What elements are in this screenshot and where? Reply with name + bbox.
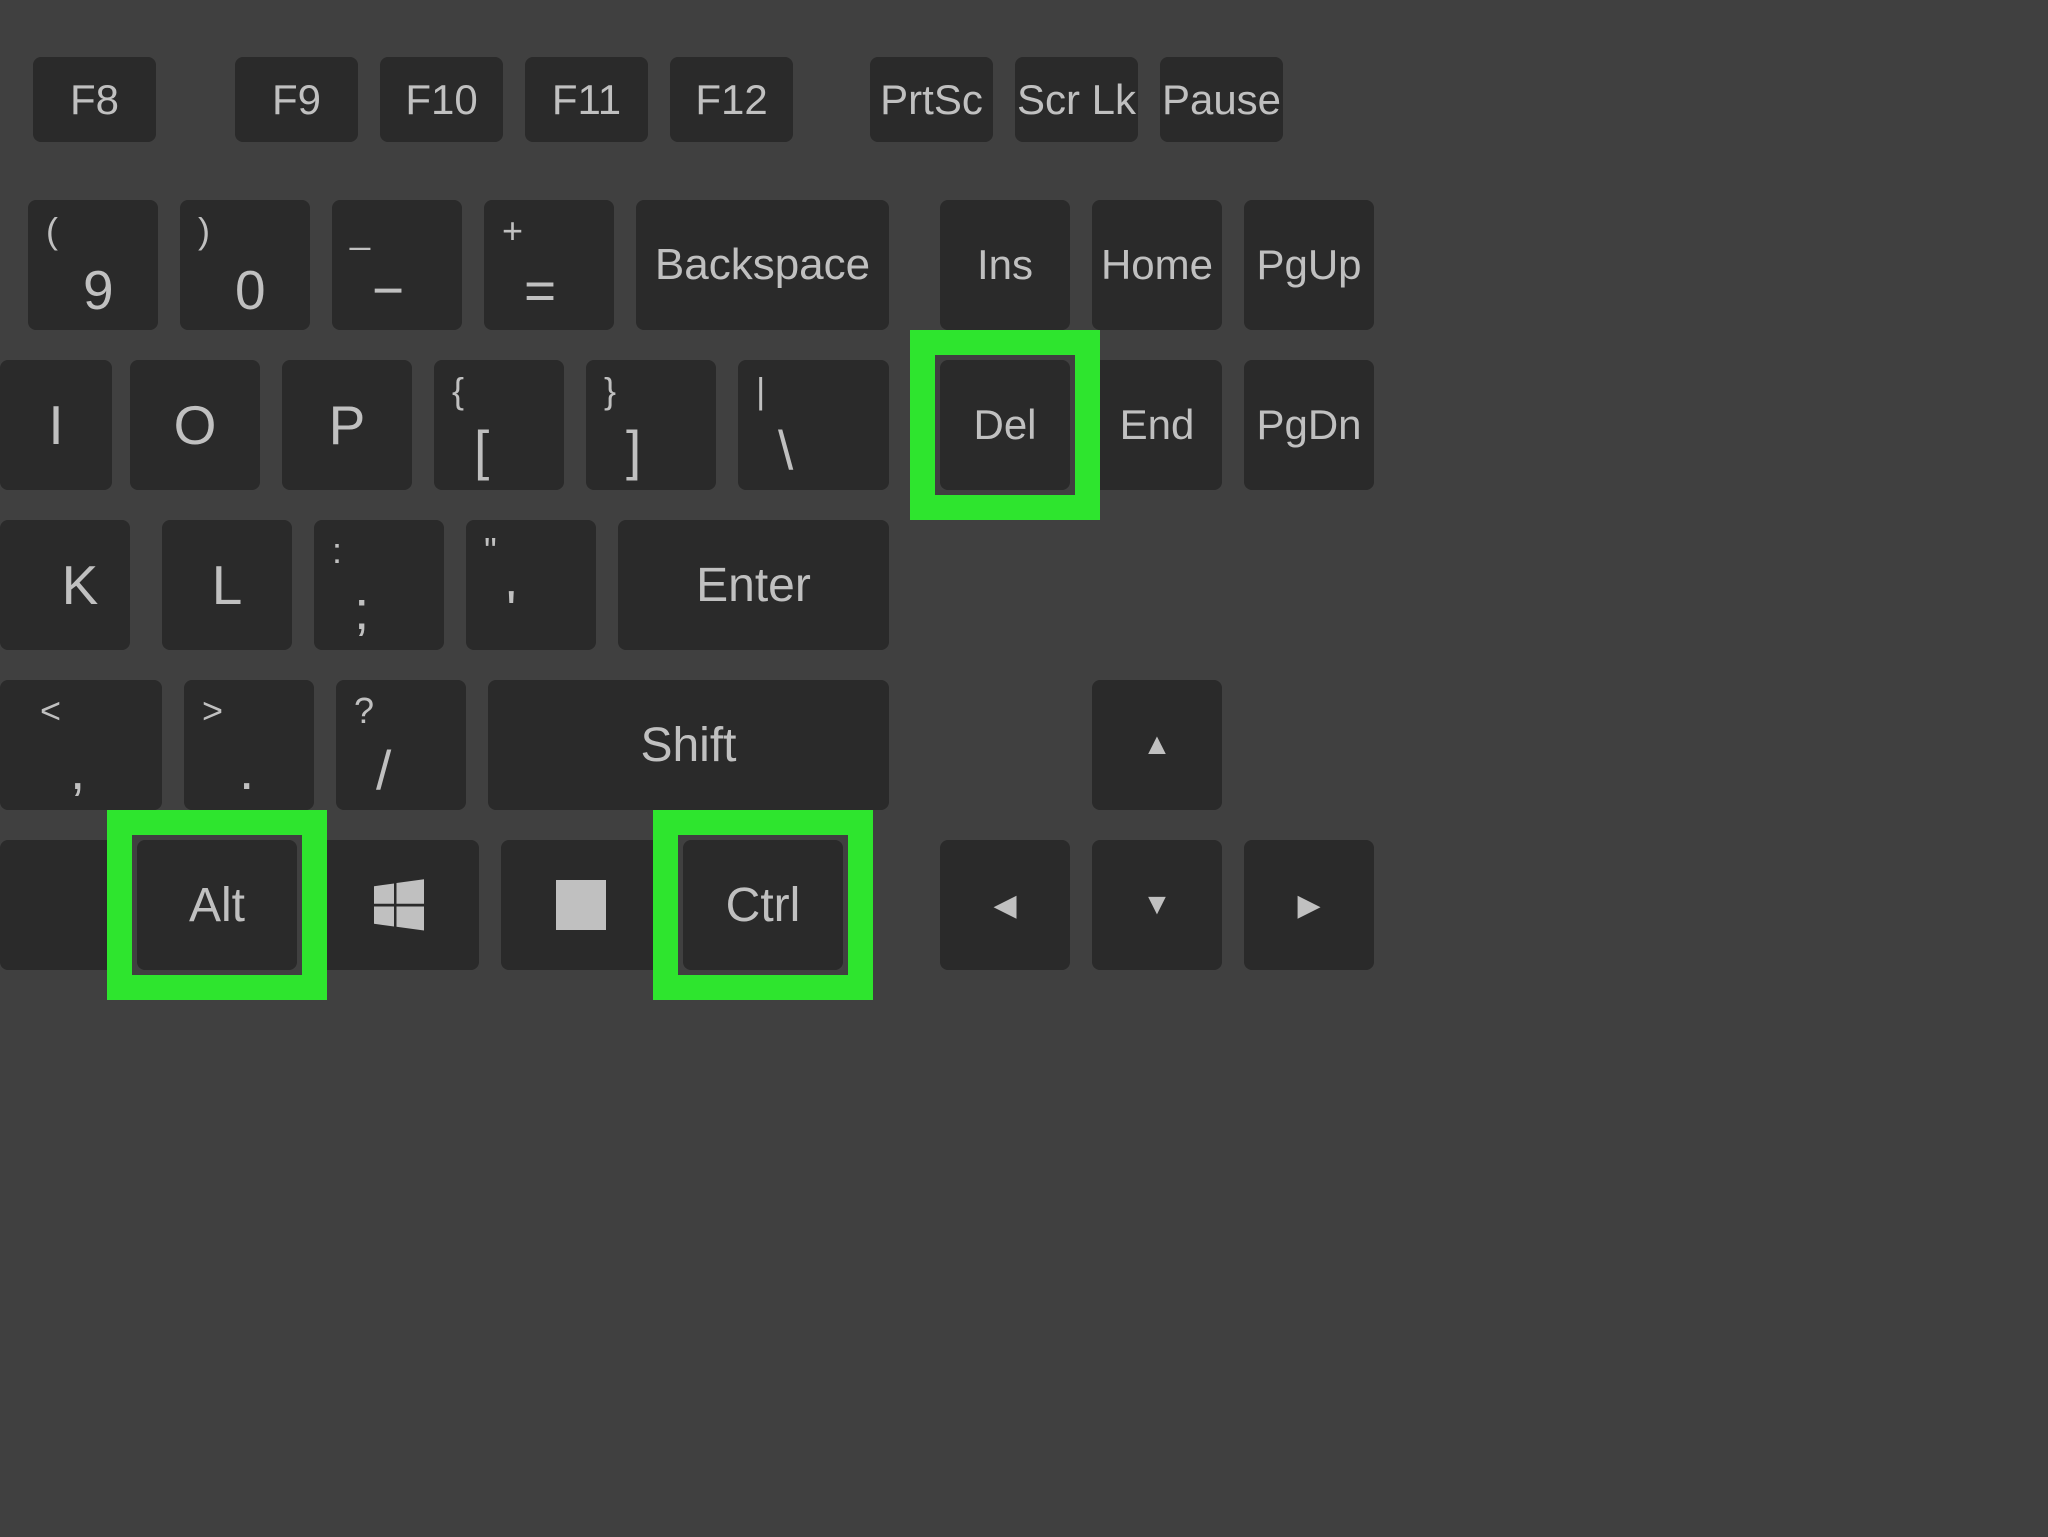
minus-key[interactable]: _ −: [332, 200, 462, 330]
key-upper: >: [202, 690, 223, 732]
comma-key[interactable]: < ,: [0, 680, 162, 810]
key-label: P: [329, 393, 366, 457]
key-label: O: [174, 393, 217, 457]
key-lower: ;: [354, 578, 369, 642]
home-key[interactable]: Home: [1092, 200, 1222, 330]
up-arrow-key[interactable]: ▲: [1092, 680, 1222, 810]
key-label: F8: [70, 76, 119, 124]
key-label: F12: [695, 76, 767, 124]
shift-key[interactable]: Shift: [488, 680, 889, 810]
pgdn-key[interactable]: PgDn: [1244, 360, 1374, 490]
key-label: PrtSc: [880, 76, 983, 124]
right-arrow-key[interactable]: ▶: [1244, 840, 1374, 970]
key-label: Home: [1101, 241, 1213, 289]
key-lower: .: [239, 738, 254, 802]
key-lower: [: [474, 418, 489, 482]
key-lower: =: [524, 258, 556, 322]
scrlk-key[interactable]: Scr Lk: [1015, 57, 1138, 142]
o-key[interactable]: O: [130, 360, 260, 490]
key-label: K: [32, 553, 99, 617]
key-upper: _: [350, 210, 370, 252]
windows-key[interactable]: [319, 840, 479, 970]
l-key[interactable]: L: [162, 520, 292, 650]
equals-key[interactable]: + =: [484, 200, 614, 330]
key-label: Scr Lk: [1017, 76, 1136, 124]
key-lower: 0: [235, 258, 266, 322]
semicolon-key[interactable]: : ;: [314, 520, 444, 650]
key-lower: −: [372, 258, 404, 322]
key-upper: (: [46, 210, 58, 252]
backslash-key[interactable]: | \: [738, 360, 889, 490]
key-lower: \: [778, 418, 793, 482]
left-arrow-key[interactable]: ◀: [940, 840, 1070, 970]
k-key[interactable]: K: [0, 520, 130, 650]
f12-key[interactable]: F12: [670, 57, 793, 142]
key-label: L: [212, 553, 243, 617]
enter-key[interactable]: Enter: [618, 520, 889, 650]
key-label: PgDn: [1256, 401, 1361, 449]
key-lower: ]: [626, 418, 641, 482]
backspace-key[interactable]: Backspace: [636, 200, 889, 330]
f9-key[interactable]: F9: [235, 57, 358, 142]
key-upper: ?: [354, 690, 374, 732]
key-label: Backspace: [655, 240, 870, 290]
key-upper: <: [40, 690, 61, 732]
down-arrow-icon: ▼: [1142, 888, 1172, 922]
del-highlight: [910, 330, 1100, 520]
f11-key[interactable]: F11: [525, 57, 648, 142]
key-label: Shift: [640, 718, 736, 773]
key-upper: {: [452, 370, 464, 412]
menu-key[interactable]: [501, 840, 661, 970]
down-arrow-key[interactable]: ▼: [1092, 840, 1222, 970]
i-key[interactable]: I: [0, 360, 112, 490]
key-lower: ': [506, 578, 517, 642]
f8-key[interactable]: F8: [33, 57, 156, 142]
alt-highlight: [107, 810, 327, 1000]
pgup-key[interactable]: PgUp: [1244, 200, 1374, 330]
slash-key[interactable]: ? /: [336, 680, 466, 810]
key-label: I: [48, 393, 63, 457]
left-edge-key[interactable]: [0, 840, 115, 970]
period-key[interactable]: > .: [184, 680, 314, 810]
quote-key[interactable]: " ': [466, 520, 596, 650]
right-arrow-icon: ▶: [1297, 888, 1320, 923]
key-upper: }: [604, 370, 616, 412]
key-label: End: [1120, 401, 1195, 449]
key-label: Pause: [1162, 76, 1281, 124]
zero-key[interactable]: ) 0: [180, 200, 310, 330]
key-label: PgUp: [1256, 241, 1361, 289]
lbracket-key[interactable]: { [: [434, 360, 564, 490]
menu-icon: [551, 875, 611, 935]
key-upper: ": [484, 530, 497, 572]
key-label: F9: [272, 76, 321, 124]
up-arrow-icon: ▲: [1142, 728, 1172, 762]
left-arrow-icon: ◀: [993, 888, 1016, 923]
key-lower: 9: [83, 258, 114, 322]
key-lower: /: [376, 738, 391, 802]
end-key[interactable]: End: [1092, 360, 1222, 490]
rbracket-key[interactable]: } ]: [586, 360, 716, 490]
f10-key[interactable]: F10: [380, 57, 503, 142]
pause-key[interactable]: Pause: [1160, 57, 1283, 142]
nine-key[interactable]: ( 9: [28, 200, 158, 330]
ctrl-highlight: [653, 810, 873, 1000]
key-label: F11: [552, 76, 621, 124]
windows-icon: [369, 875, 429, 935]
ins-key[interactable]: Ins: [940, 200, 1070, 330]
key-label: F10: [405, 76, 477, 124]
key-upper: ): [198, 210, 210, 252]
key-upper: +: [502, 210, 523, 252]
key-lower: ,: [70, 738, 85, 802]
p-key[interactable]: P: [282, 360, 412, 490]
prtsc-key[interactable]: PrtSc: [870, 57, 993, 142]
key-upper: |: [756, 370, 765, 412]
key-upper: :: [332, 530, 342, 572]
key-label: Ins: [977, 241, 1033, 289]
key-label: Enter: [696, 558, 811, 613]
